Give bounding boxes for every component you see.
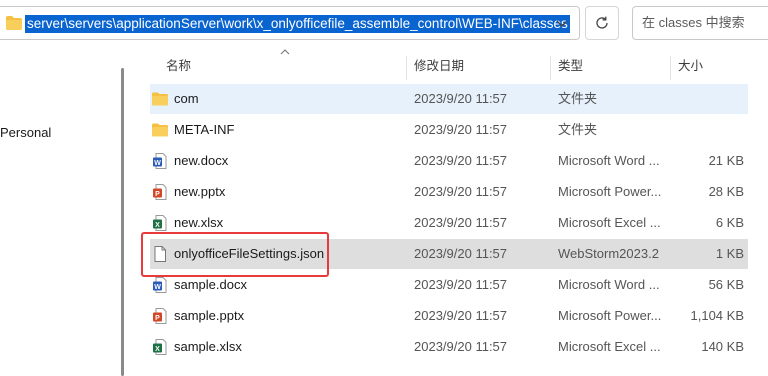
column-date[interactable]: 修改日期 [414,56,464,80]
file-row[interactable]: Xsample.xlsx 2023/9/20 11:57 Microsoft Exc… [150,332,748,362]
sort-arrow-icon [280,49,290,55]
file-name: sample.pptx [174,308,245,323]
file-size: 28 KB [708,184,744,199]
nav-item-personal[interactable]: Personal [0,125,51,140]
file-name: new.docx [174,153,229,168]
file-date: 2023/9/20 11:57 [414,339,508,354]
file-date: 2023/9/20 11:57 [414,184,508,199]
file-type: Microsoft Power... [558,184,662,199]
file-date: 2023/9/20 11:57 [414,246,508,261]
address-path[interactable]: server\servers\applicationServer\work\x_… [25,15,570,33]
file-row[interactable]: Psample.pptx 2023/9/20 11:57 Microsoft Pow… [150,301,748,331]
svg-text:W: W [154,160,161,167]
folder-icon [152,91,168,107]
refresh-icon [596,16,608,29]
file-size [670,115,744,145]
file-date: 2023/9/20 11:57 [414,91,508,106]
file-size: 56 KB [708,277,744,292]
file-type: Microsoft Power... [558,308,662,323]
file-date: 2023/9/20 11:57 [414,277,508,292]
file-type: Microsoft Excel ... [558,215,661,230]
word-doc-icon: W [152,153,168,169]
file-type: WebStorm2023.2 [558,246,659,261]
file-size: 21 KB [708,153,744,168]
file-type: 文件夹 [558,122,598,137]
svg-text:X: X [155,222,160,229]
refresh-button[interactable] [585,6,619,40]
search-input[interactable]: 在 classes 中搜索 [632,6,768,40]
file-type: Microsoft Excel ... [558,339,661,354]
search-placeholder: 在 classes 中搜索 [642,15,745,30]
folder-icon [6,16,22,30]
annotation-highlight-box [141,232,329,277]
file-date: 2023/9/20 11:57 [414,215,508,230]
folder-icon [152,122,168,138]
file-type: 文件夹 [558,91,598,106]
file-row[interactable]: com 2023/9/20 11:57 文件夹 [150,84,748,114]
column-size[interactable]: 大小 [678,56,703,80]
powerpoint-doc-icon: P [152,184,168,200]
file-type: Microsoft Word ... [558,153,660,168]
file-size: 1 KB [715,246,744,261]
file-date: 2023/9/20 11:57 [414,122,508,137]
column-header: 名称 修改日期 类型 大小 [0,56,768,80]
excel-doc-icon: X [152,339,168,355]
file-name: new.pptx [174,184,226,199]
file-size: 140 KB [701,339,744,354]
file-type: Microsoft Word ... [558,277,660,292]
file-row[interactable]: Pnew.pptx 2023/9/20 11:57 Microsoft Power.… [150,177,748,207]
file-date: 2023/9/20 11:57 [414,153,508,168]
svg-text:X: X [155,346,160,353]
svg-text:P: P [155,315,160,322]
file-date: 2023/9/20 11:57 [414,308,508,323]
excel-doc-icon: X [152,215,168,231]
file-name: com [174,91,199,106]
svg-text:W: W [154,284,161,291]
file-size [670,84,744,114]
column-name[interactable]: 名称 [166,56,191,80]
address-bar[interactable]: server\servers\applicationServer\work\x_… [0,6,580,40]
file-size: 6 KB [715,215,744,230]
chevron-down-icon[interactable] [555,15,569,33]
word-doc-icon: W [152,277,168,293]
column-type[interactable]: 类型 [558,56,583,80]
column-divider[interactable] [406,56,407,80]
column-divider[interactable] [670,56,671,80]
column-divider[interactable] [550,56,551,80]
nav-scrollbar[interactable] [121,68,124,376]
file-row[interactable]: Wnew.docx 2023/9/20 11:57 Microsoft Word .… [150,146,748,176]
file-name: META-INF [174,122,235,137]
file-size: 1,104 KB [690,308,745,323]
file-row[interactable]: META-INF 2023/9/20 11:57 文件夹 [150,115,748,145]
svg-text:P: P [155,191,160,198]
powerpoint-doc-icon: P [152,308,168,324]
file-name: sample.xlsx [174,339,242,354]
